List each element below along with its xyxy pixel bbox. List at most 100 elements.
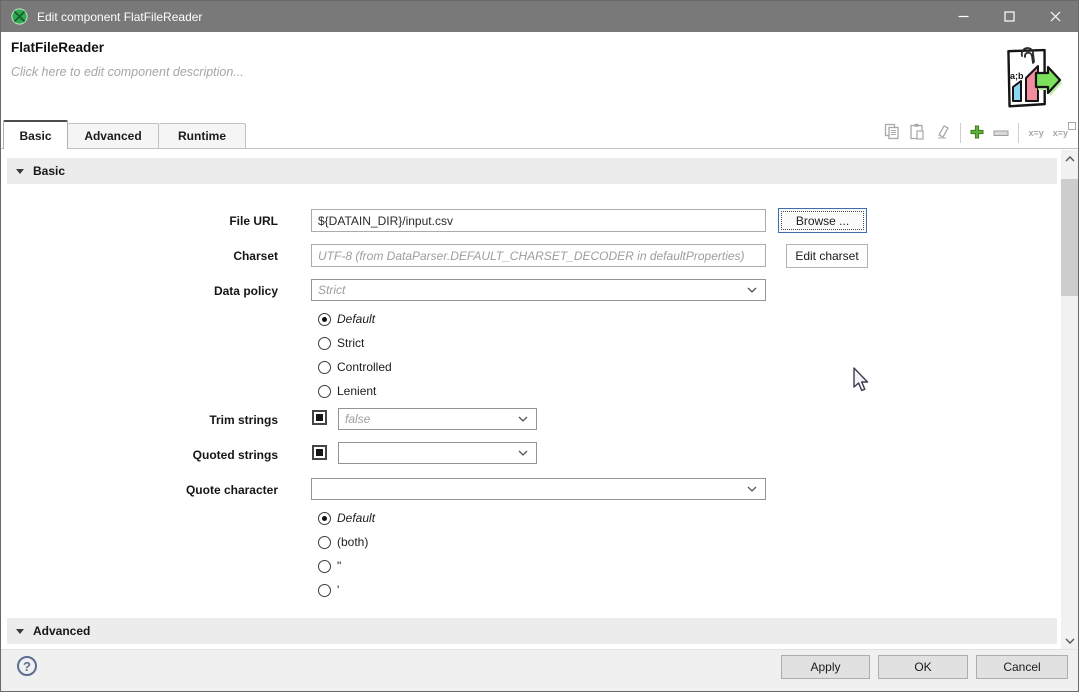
radio-label: Default — [337, 312, 375, 326]
tab-advanced[interactable]: Advanced — [68, 123, 159, 149]
radio-label: Controlled — [337, 360, 392, 374]
radio-label: (both) — [337, 535, 368, 549]
charset-label: Charset — [1, 249, 278, 263]
chevron-down-icon — [518, 450, 528, 456]
eraser-icon[interactable] — [934, 123, 951, 143]
minimize-button[interactable] — [940, 1, 986, 32]
ok-label: OK — [914, 660, 931, 674]
trim-strings-label: Trim strings — [1, 413, 278, 427]
trim-strings-combo[interactable]: false — [338, 408, 537, 430]
radio-data-policy-default[interactable]: Default — [318, 307, 392, 331]
edit-component-dialog: Edit component FlatFileReader FlatFileRe… — [0, 0, 1079, 692]
data-policy-radio-group: Default Strict Controlled Lenient — [318, 307, 392, 403]
cancel-button[interactable]: Cancel — [976, 655, 1068, 679]
component-name: FlatFileReader — [11, 40, 104, 55]
component-description-placeholder[interactable]: Click here to edit component description… — [11, 65, 244, 79]
section-basic[interactable]: Basic — [7, 158, 1057, 184]
collapse-triangle-icon — [16, 629, 24, 634]
radio-quote-single[interactable]: ' — [318, 578, 375, 602]
radio-quote-both[interactable]: (both) — [318, 530, 375, 554]
radio-label: ' — [337, 583, 339, 597]
radio-quote-default[interactable]: Default — [318, 506, 375, 530]
file-url-input[interactable] — [311, 209, 766, 232]
dialog-footer: ? Apply OK Cancel — [1, 649, 1078, 692]
radio-label: Strict — [337, 336, 364, 350]
ok-button[interactable]: OK — [878, 655, 968, 679]
radio-label: " — [337, 559, 341, 573]
flatfilereader-component-icon: a;b — [992, 43, 1066, 116]
trim-strings-combo-value: false — [345, 412, 512, 426]
browse-button[interactable]: Browse ... — [778, 208, 867, 233]
browse-button-label: Browse ... — [796, 214, 849, 228]
close-button[interactable] — [1032, 1, 1078, 32]
scroll-down-icon[interactable] — [1061, 632, 1078, 649]
icon-ab-text: a;b — [1010, 71, 1024, 81]
edit-charset-label: Edit charset — [795, 249, 858, 263]
wizard-edit-glyph: x=y — [1053, 128, 1068, 138]
radio-data-policy-controlled[interactable]: Controlled — [318, 355, 392, 379]
section-advanced[interactable]: Advanced — [7, 618, 1057, 644]
titlebar[interactable]: Edit component FlatFileReader — [1, 1, 1078, 32]
quote-character-combo[interactable] — [311, 478, 766, 500]
radio-label: Default — [337, 511, 375, 525]
chevron-down-icon — [747, 287, 757, 293]
radio-selected-icon — [318, 512, 331, 525]
maximize-button[interactable] — [986, 1, 1032, 32]
section-advanced-label: Advanced — [33, 624, 90, 638]
chevron-down-icon — [518, 416, 528, 422]
vertical-scrollbar[interactable] — [1061, 150, 1078, 649]
radio-label: Lenient — [337, 384, 376, 398]
simple-edit-icon[interactable]: x=y — [1028, 128, 1043, 138]
file-url-label: File URL — [1, 214, 278, 228]
tab-runtime-label: Runtime — [178, 129, 226, 143]
tab-basic-label: Basic — [19, 129, 51, 143]
apply-button[interactable]: Apply — [781, 655, 870, 679]
data-policy-label: Data policy — [1, 284, 278, 298]
dialog-header: FlatFileReader Click here to edit compon… — [1, 32, 1078, 118]
cloverdx-logo-icon — [11, 8, 28, 25]
cancel-label: Cancel — [1003, 660, 1040, 674]
radio-icon — [318, 361, 331, 374]
radio-selected-icon — [318, 313, 331, 326]
toolbar-separator — [960, 123, 961, 143]
scrollbar-thumb[interactable] — [1061, 179, 1078, 296]
add-icon[interactable] — [970, 125, 984, 142]
edit-charset-button[interactable]: Edit charset — [786, 244, 868, 268]
radio-icon — [318, 337, 331, 350]
radio-data-policy-strict[interactable]: Strict — [318, 331, 392, 355]
scroll-up-icon[interactable] — [1061, 150, 1078, 167]
radio-icon — [318, 584, 331, 597]
quote-character-label: Quote character — [1, 483, 278, 497]
data-policy-combo-value: Strict — [318, 283, 741, 297]
quote-character-radio-group: Default (both) " ' — [318, 506, 375, 602]
radio-icon — [318, 560, 331, 573]
trim-strings-checkbox[interactable] — [312, 410, 327, 425]
copy-icon[interactable] — [884, 123, 900, 143]
radio-quote-double[interactable]: " — [318, 554, 375, 578]
charset-input[interactable] — [311, 244, 766, 267]
properties-panel: Basic File URL Browse ... Charset Edit c… — [1, 149, 1061, 649]
tab-runtime[interactable]: Runtime — [159, 123, 246, 149]
wizard-box-glyph — [1068, 122, 1076, 130]
wizard-edit-icon[interactable]: x=y — [1053, 128, 1070, 138]
property-toolbar: x=y x=y — [884, 122, 1070, 144]
tab-advanced-label: Advanced — [84, 129, 141, 143]
quoted-strings-label: Quoted strings — [1, 448, 278, 462]
window-title: Edit component FlatFileReader — [37, 10, 202, 24]
remove-icon[interactable] — [993, 126, 1009, 140]
tab-basic[interactable]: Basic — [3, 120, 68, 149]
apply-label: Apply — [810, 660, 840, 674]
radio-icon — [318, 385, 331, 398]
section-basic-label: Basic — [33, 164, 65, 178]
quoted-strings-combo[interactable] — [338, 442, 537, 464]
collapse-triangle-icon — [16, 169, 24, 174]
quoted-strings-checkbox[interactable] — [312, 445, 327, 460]
help-icon[interactable]: ? — [17, 656, 37, 676]
paste-icon[interactable] — [909, 123, 925, 143]
tab-bar: Basic Advanced Runtime — [1, 118, 1078, 149]
radio-icon — [318, 536, 331, 549]
data-policy-combo[interactable]: Strict — [311, 279, 766, 301]
window-controls — [940, 1, 1078, 32]
radio-data-policy-lenient[interactable]: Lenient — [318, 379, 392, 403]
toolbar-separator — [1018, 123, 1019, 143]
